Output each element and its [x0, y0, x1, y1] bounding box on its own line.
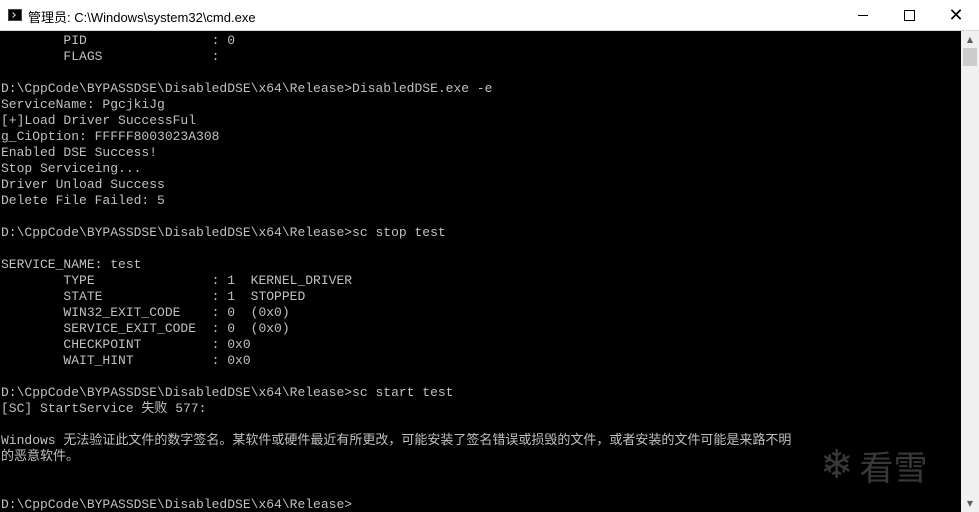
console-line: ServiceName: PgcjkiJg: [1, 97, 165, 112]
title-bar[interactable]: 管理员: C:\Windows\system32\cmd.exe ✕: [0, 0, 979, 31]
console-line: Delete File Failed: 5: [1, 193, 165, 208]
console-output[interactable]: PID : 0 FLAGS : D:\CppCode\BYPASSDSE\Disa…: [0, 31, 961, 512]
console-line: Stop Serviceing...: [1, 161, 142, 176]
console-line: SERVICE_NAME: test: [1, 257, 142, 272]
console-line: D:\CppCode\BYPASSDSE\DisabledDSE\x64\Rel…: [1, 385, 454, 400]
maximize-button[interactable]: [886, 0, 932, 31]
window-title: 管理员: C:\Windows\system32\cmd.exe: [28, 10, 256, 25]
minimize-button[interactable]: [840, 0, 886, 31]
console-line: Enabled DSE Success!: [1, 145, 158, 160]
watermark-text: 看雪: [859, 448, 928, 489]
console-line: FLAGS :: [1, 49, 220, 64]
console-line: WAIT_HINT : 0x0: [1, 353, 251, 368]
console-line: D:\CppCode\BYPASSDSE\DisabledDSE\x64\Rel…: [1, 81, 493, 96]
scroll-up-arrow-icon[interactable]: ▲: [961, 31, 979, 48]
vertical-scrollbar[interactable]: ▲ ▼: [961, 31, 979, 512]
close-button[interactable]: ✕: [933, 0, 979, 31]
maximize-icon: [903, 10, 915, 21]
console-line: PID : 0: [1, 33, 236, 48]
console-line: STATE : 1 STOPPED: [1, 289, 306, 304]
watermark: ❄ 看雪: [820, 440, 928, 490]
console-line: [+]Load Driver SuccessFul: [1, 113, 197, 128]
minimize-icon: [858, 15, 868, 16]
console-line: D:\CppCode\BYPASSDSE\DisabledDSE\x64\Rel…: [1, 497, 353, 512]
console-line: [SC] StartService 失败 577:: [1, 401, 207, 416]
snowflake-icon: ❄: [820, 442, 854, 488]
scrollbar-thumb[interactable]: [963, 48, 977, 66]
close-icon: ✕: [948, 4, 964, 26]
console-line: 的恶意软件。: [1, 449, 80, 464]
scroll-down-arrow-icon[interactable]: ▼: [961, 495, 979, 512]
console-line: D:\CppCode\BYPASSDSE\DisabledDSE\x64\Rel…: [1, 225, 446, 240]
console-line: TYPE : 1 KERNEL_DRIVER: [1, 273, 353, 288]
console-line: g_CiOption: FFFFF8003023A308: [1, 129, 220, 144]
console-line: Driver Unload Success: [1, 177, 165, 192]
console-line: WIN32_EXIT_CODE : 0 (0x0): [1, 305, 290, 320]
console-line: CHECKPOINT : 0x0: [1, 337, 251, 352]
cmd-app-icon[interactable]: [8, 9, 22, 21]
console-line: SERVICE_EXIT_CODE : 0 (0x0): [1, 321, 290, 336]
console-line: Windows 无法验证此文件的数字签名。某软件或硬件最近有所更改，可能安装了签…: [1, 433, 792, 448]
